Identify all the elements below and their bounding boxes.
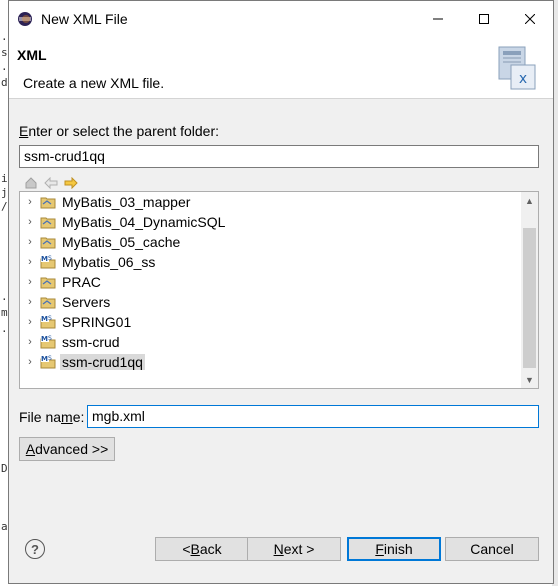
expand-chevron-icon[interactable]: › [24,216,36,228]
maven-project-icon: MS [40,255,56,269]
svg-text:M: M [41,355,48,363]
folder-project-icon [40,297,56,309]
tree-item-label: MyBatis_05_cache [62,234,181,250]
minimize-icon [433,18,443,20]
svg-text:x: x [519,71,527,87]
tree-item-label: ssm-crud1qq [60,354,145,370]
tree-item[interactable]: › M Sssm-crud [20,332,520,352]
folder-project-icon [40,217,56,229]
new-xml-file-dialog: New XML File XML Create a new XML file. … [8,0,554,584]
help-icon[interactable]: ? [25,539,45,559]
window-title: New XML File [41,11,128,27]
wizard-title: XML [17,47,47,63]
svg-text:M: M [41,255,48,263]
expand-chevron-icon[interactable]: › [24,356,36,368]
folder-project-icon [40,237,56,249]
folder-project-icon [40,197,56,209]
close-button[interactable] [507,1,553,37]
expand-chevron-icon[interactable]: › [24,316,36,328]
scroll-up-icon[interactable]: ▲ [521,192,538,209]
tree-scrollbar[interactable]: ▲ ▼ [521,192,538,388]
forward-arrow-icon[interactable] [63,175,79,191]
svg-text:S: S [48,335,52,342]
tree-item[interactable]: › M S Mybatis_06_ss [20,252,520,272]
folder-tree[interactable]: › MyBatis_03_mapper › MyBatis_04_DynamicSQL… [19,191,539,389]
file-name-input[interactable]: mgb.xml [87,405,539,428]
tree-item[interactable]: › Servers [20,292,520,312]
maven-project-icon: MS [40,315,56,329]
expand-chevron-icon[interactable]: › [24,276,36,288]
eclipse-icon [18,12,32,26]
tree-item-label: Mybatis_06_ss [62,254,156,270]
scroll-thumb[interactable] [523,228,536,368]
home-icon[interactable] [23,175,39,191]
advanced-button[interactable]: Advanced >> [19,437,115,461]
tree-item[interactable]: › MyBatis_04_DynamicSQL [20,212,520,232]
svg-text:S: S [48,315,52,322]
svg-text:M: M [41,335,48,343]
tree-item[interactable]: › M Sssm-crud1qq [20,352,520,372]
cancel-button[interactable]: Cancel [445,537,539,561]
tree-item[interactable]: › MyBatis_05_cache [20,232,520,252]
close-icon [525,14,535,24]
expand-chevron-icon[interactable]: › [24,296,36,308]
tree-item[interactable]: › PRAC [20,272,520,292]
wizard-description: Create a new XML file. [23,75,165,91]
tree-item-label: MyBatis_04_DynamicSQL [62,214,226,230]
maven-project-icon: MS [40,335,56,349]
tree-item-label: MyBatis_03_mapper [62,194,191,210]
tree-item-label: SPRING01 [62,314,132,330]
expand-chevron-icon[interactable]: › [24,256,36,268]
file-name-label: File name: [19,409,85,425]
tree-item-label: ssm-crud [62,334,120,350]
xml-file-wizard-icon: x [498,46,536,90]
maven-project-icon: MS [40,355,56,369]
maximize-button[interactable] [461,1,507,37]
back-arrow-icon[interactable] [43,175,59,191]
finish-button[interactable]: Finish [347,537,441,561]
tree-item[interactable]: › MyBatis_03_mapper [20,192,520,212]
expand-chevron-icon[interactable]: › [24,196,36,208]
svg-text:M: M [41,315,48,323]
scroll-down-icon[interactable]: ▼ [521,371,538,388]
svg-text:S: S [48,355,52,362]
tree-item-label: PRAC [62,274,101,290]
parent-folder-input[interactable]: ssm-crud1qq [19,145,539,168]
next-button[interactable]: Next > [247,537,341,561]
wizard-header: XML Create a new XML file. x [9,37,553,99]
expand-chevron-icon[interactable]: › [24,336,36,348]
title-bar: New XML File [9,1,553,37]
svg-text:S: S [48,255,52,262]
tree-item[interactable]: › M S SPRING01 [20,312,520,332]
expand-chevron-icon[interactable]: › [24,236,36,248]
maximize-icon [479,14,489,24]
back-button[interactable]: < Back [155,537,249,561]
minimize-button[interactable] [415,1,461,37]
parent-folder-label: Enter or select the parent folder: [19,123,220,139]
tree-item-label: Servers [62,294,111,310]
folder-project-icon [40,277,56,289]
